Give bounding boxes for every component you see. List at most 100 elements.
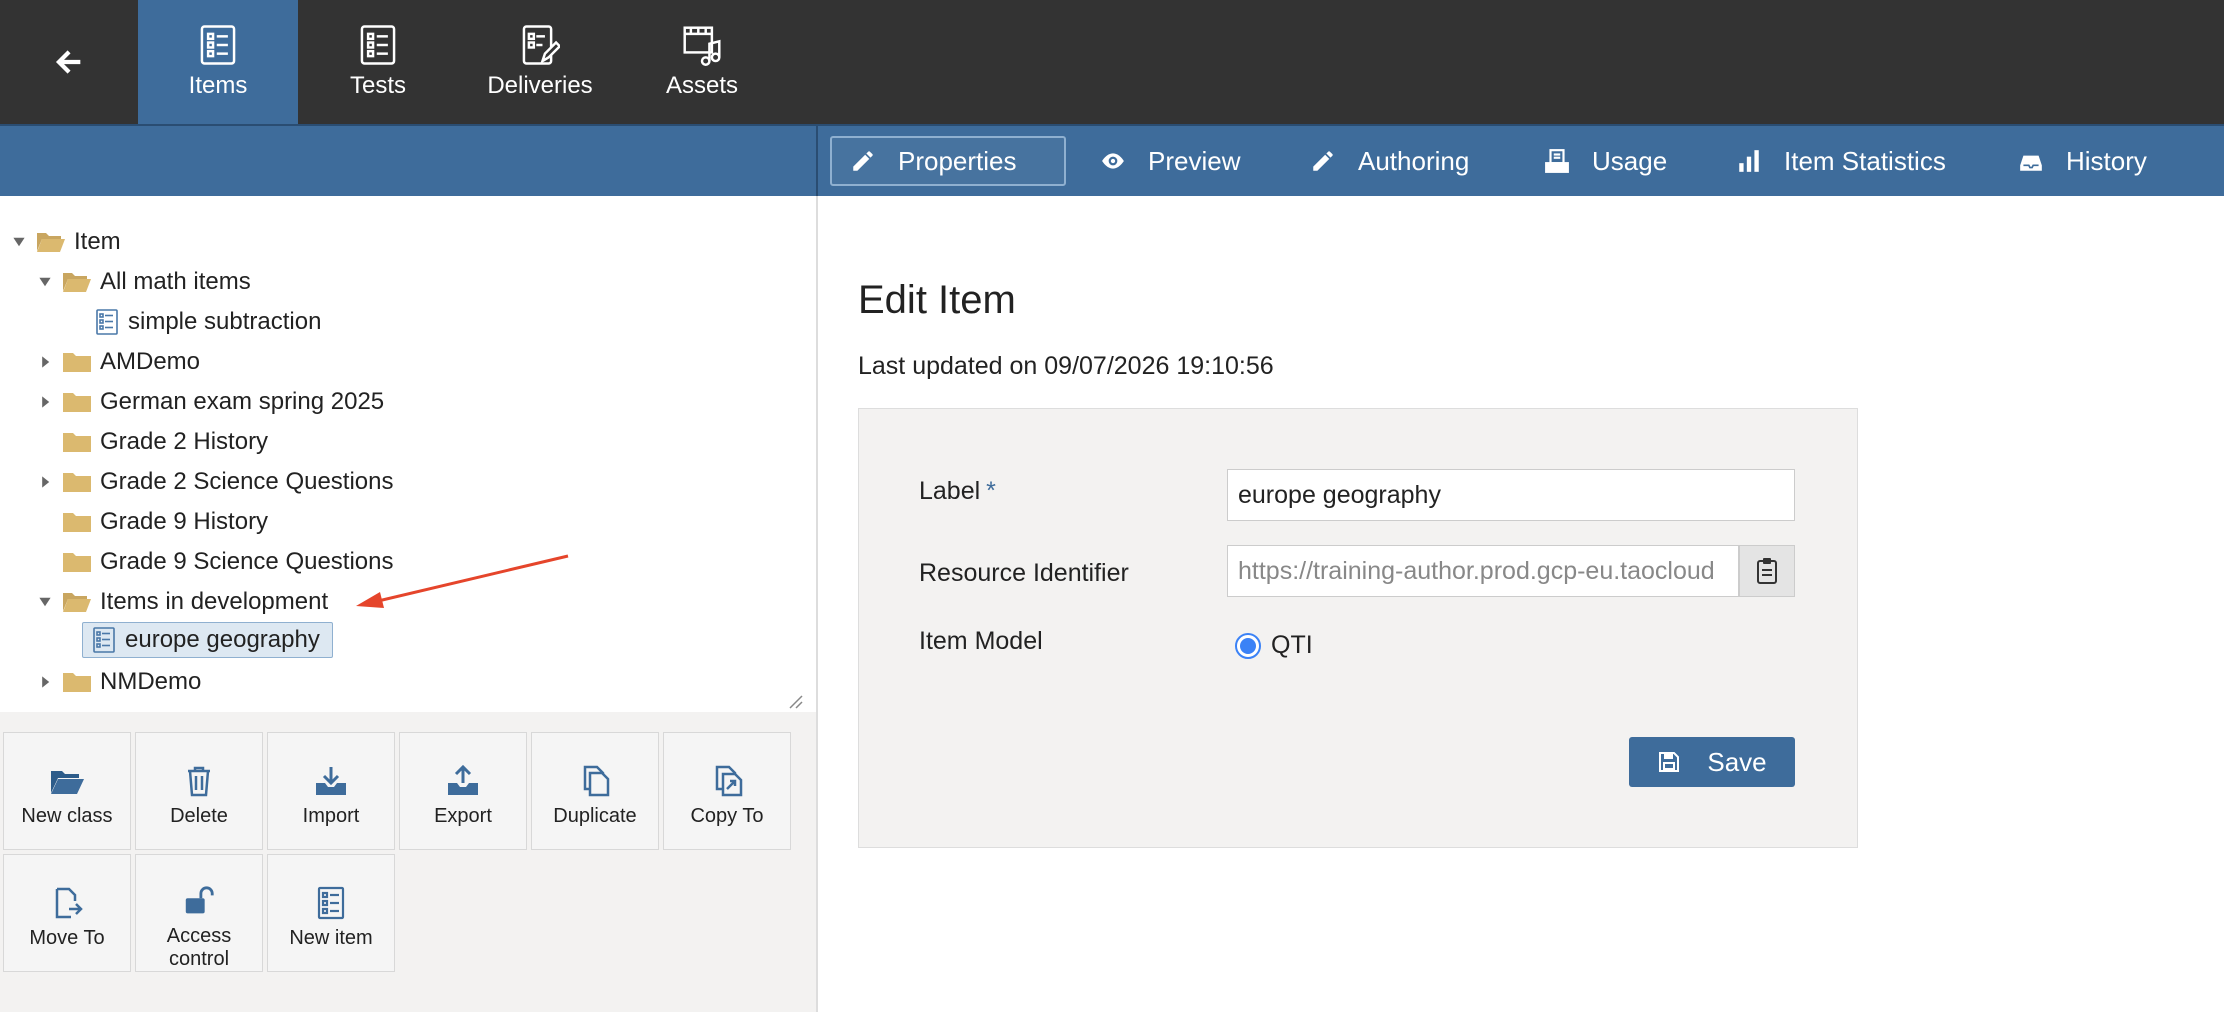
tree-node-items-in-development[interactable]: Items in development [36,584,328,620]
tree-node-grade-9-science[interactable]: Grade 9 Science Questions [62,544,394,580]
tree-node-grade-2-science[interactable]: Grade 2 Science Questions [36,464,394,500]
new-class-button[interactable]: New class [3,732,131,850]
tab-assets-label: Assets [665,72,739,99]
folder-open-icon [63,593,91,612]
resize-grip-icon[interactable] [786,692,804,710]
item-icon [96,309,118,335]
tab-preview[interactable]: Preview [1082,136,1258,186]
copy-to-icon [715,765,743,797]
tree-node-german-exam[interactable]: German exam spring 2025 [36,384,384,420]
tree-node-label: Grade 9 Science Questions [100,548,394,575]
expanded-caret-icon[interactable] [36,273,54,291]
pencil-icon [853,151,873,171]
copy-to-button[interactable]: Copy To [663,732,791,850]
new-item-button[interactable]: New item [267,854,395,972]
folder-icon [63,353,91,372]
tab-usage-label: Usage [1592,145,1668,176]
page-title: Edit Item [858,278,1016,322]
action-bar-divider [816,126,818,198]
tab-usage[interactable]: Usage [1526,136,1685,186]
qti-radio[interactable] [1235,633,1261,659]
tree-node-label: Item [74,228,121,255]
item-model-label: Item Model [919,627,1043,655]
trash-icon [188,766,210,797]
top-navigation: Items Tests Deliveries Assets [0,0,2224,124]
import-button[interactable]: Import [267,732,395,850]
tab-items[interactable]: Items [138,0,298,124]
bar-chart-icon [1739,150,1759,172]
save-button-label: Save [1707,746,1767,777]
tests-icon [360,25,396,65]
deliveries-icon [522,25,560,65]
import-label: Import [302,805,360,827]
tree-node-grade-2-history[interactable]: Grade 2 History [62,424,268,460]
annotation-arrow [356,554,569,608]
eye-icon [1102,153,1124,169]
resource-tree: Item All math items simple subtraction A… [0,196,816,712]
assets-media-icon [683,26,721,66]
collapsed-caret-icon[interactable] [36,393,54,411]
resource-identifier-field[interactable]: https://training-author.prod.gcp-eu.taoc… [1227,545,1739,597]
required-marker: * [986,477,996,505]
arrow-left-icon [55,50,81,74]
tree-node-all-math-items[interactable]: All math items [36,264,251,300]
tab-item-statistics[interactable]: Item Statistics [1718,136,1964,186]
tab-item-statistics-label: Item Statistics [1784,145,1946,176]
tree-node-label: Items in development [100,588,329,615]
save-button[interactable]: Save [1629,737,1795,787]
unlock-icon [185,886,214,914]
expanded-caret-icon[interactable] [36,593,54,611]
folder-icon [63,433,91,452]
tab-authoring[interactable]: Authoring [1292,136,1487,186]
move-to-icon [55,887,83,919]
delete-button[interactable]: Delete [135,732,263,850]
floppy-disk-icon [1659,752,1680,772]
tree-node-label: Grade 9 History [100,508,269,535]
expanded-caret-icon[interactable] [10,233,28,251]
move-to-button[interactable]: Move To [3,854,131,972]
copy-to-label: Copy To [690,805,764,827]
tree-node-label: Grade 2 Science Questions [100,468,394,495]
access-control-button[interactable]: Access control [135,854,263,972]
pencil-icon [1313,151,1333,171]
folder-open-icon [51,771,84,794]
folder-icon [63,673,91,692]
export-button[interactable]: Export [399,732,527,850]
tab-deliveries[interactable]: Deliveries [458,0,622,124]
tree-node-europe-geography[interactable]: europe geography [82,622,333,658]
action-bar: Properties Preview Authoring Usage Item … [0,124,2224,198]
label-field-label: Label * [919,477,996,506]
tree-node-grade-9-history[interactable]: Grade 9 History [62,504,268,540]
tree-node-label: NMDemo [100,668,202,695]
tab-tests[interactable]: Tests [298,0,458,124]
tree-node-simple-subtraction[interactable]: simple subtraction [96,304,321,340]
tree-node-label: simple subtraction [128,308,322,335]
clipboard-icon [1757,558,1777,584]
collapsed-caret-icon[interactable] [36,473,54,491]
tree-node-nmdemo[interactable]: NMDemo [36,664,201,700]
collapsed-caret-icon[interactable] [36,353,54,371]
back-button[interactable] [0,0,138,124]
move-to-label: Move To [29,927,105,949]
duplicate-button[interactable]: Duplicate [531,732,659,850]
tree-node-amdemo[interactable]: AMDemo [36,344,200,380]
resource-identifier-label: Resource Identifier [919,559,1129,587]
tab-assets[interactable]: Assets [622,0,782,124]
new-item-label: New item [289,927,373,949]
tab-properties[interactable]: Properties [830,136,1066,186]
tree-node-label: All math items [100,268,251,295]
collapsed-caret-icon[interactable] [36,673,54,691]
tree-node-item[interactable]: Item [10,224,121,260]
new-item-icon [317,886,345,920]
tree-node-label: AMDemo [100,348,201,375]
label-input[interactable] [1227,469,1795,521]
copy-to-clipboard-button[interactable] [1739,545,1795,597]
item-properties-form: Label* Resource Identifier https://train… [858,408,1858,848]
tab-tests-label: Tests [349,72,406,99]
usage-icon [1545,149,1569,173]
label-field-text: Label [919,477,981,505]
last-updated-text: Last updated on 09/07/2026 19:10:56 [858,352,1274,380]
items-list-icon [200,25,236,65]
tab-history[interactable]: History [2000,136,2165,186]
item-icon [93,627,115,653]
